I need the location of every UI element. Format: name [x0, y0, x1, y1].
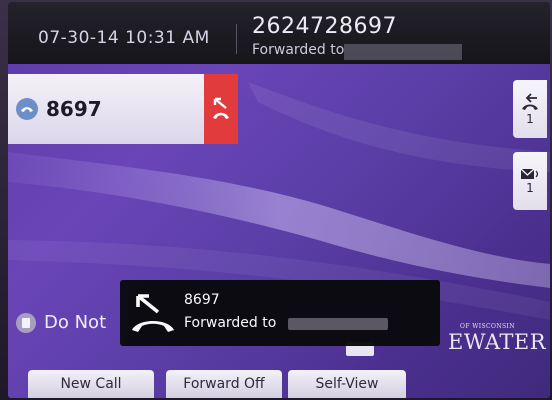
redacted-number [288, 318, 388, 330]
call-forward-icon [132, 294, 174, 332]
line-number: 8697 [46, 97, 102, 121]
phone-screen: 07-30-14 10:31 AM 2624728697 Forwarded t… [8, 2, 550, 398]
do-not-disturb-label: Do Not [44, 312, 107, 333]
caller-number: 2624728697 [252, 14, 397, 39]
forward-off-button[interactable]: Forward Off [166, 370, 282, 398]
header-divider [236, 24, 237, 54]
do-not-disturb[interactable]: Do Not [16, 312, 106, 333]
handset-icon [16, 98, 38, 120]
logo-text: EWATER [448, 330, 547, 354]
recent-calls-icon [522, 93, 538, 110]
date-time: 07-30-14 10:31 AM [38, 28, 210, 48]
status-header: 07-30-14 10:31 AM 2624728697 Forwarded t… [8, 2, 550, 64]
notification-number: 8697 [184, 292, 220, 308]
voicemail-icon [520, 168, 539, 179]
voicemail-count: 1 [526, 181, 534, 195]
logo-subtext: OF WISCONSIN [460, 323, 515, 330]
redacted-number [344, 44, 462, 60]
new-call-button[interactable]: New Call [28, 370, 154, 398]
notification-forwarded-label: Forwarded to [184, 315, 277, 331]
forward-notification: 8697 Forwarded to [120, 280, 440, 346]
voicemail-key[interactable]: 1 [513, 152, 547, 210]
call-forward-icon [213, 97, 229, 119]
recent-calls-key[interactable]: 1 [513, 80, 547, 138]
forwarded-to-label: Forwarded to [252, 42, 345, 58]
call-forward-indicator [204, 74, 238, 144]
self-view-button[interactable]: Self-View [288, 370, 406, 398]
recent-calls-count: 1 [526, 112, 534, 126]
line-key[interactable]: 8697 [8, 74, 204, 144]
do-not-disturb-icon [16, 312, 36, 333]
